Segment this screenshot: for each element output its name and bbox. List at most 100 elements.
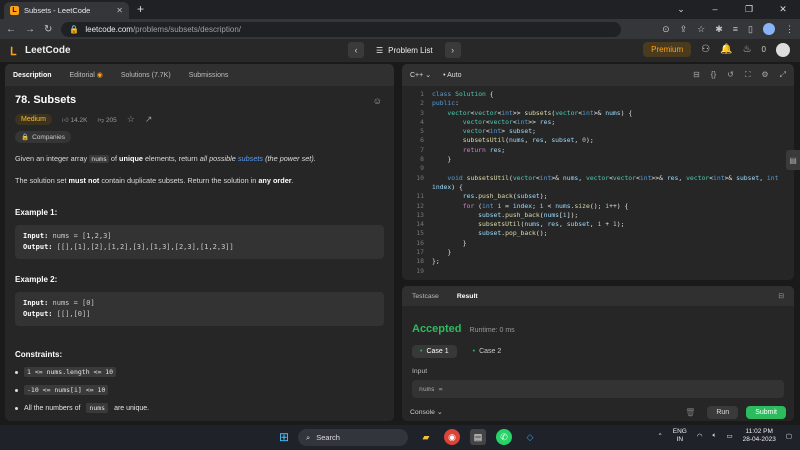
code-line: 9 xyxy=(420,164,424,173)
bookmark-star-icon[interactable]: ☆ xyxy=(697,24,705,35)
notes-side-icon[interactable]: ▤ xyxy=(786,150,800,170)
case-2-tab[interactable]: • Case 2 xyxy=(465,345,510,358)
url-host: leetcode.com xyxy=(85,24,133,34)
minimize-icon[interactable]: – xyxy=(698,0,732,19)
prev-problem-button[interactable]: ‹ xyxy=(348,42,364,58)
dot-icon: • xyxy=(472,348,476,355)
close-window-icon[interactable]: ✕ xyxy=(766,0,800,19)
debug-icon[interactable]: ⚇ xyxy=(701,44,710,55)
clock[interactable]: 11:02 PM 28-04-2023 xyxy=(743,428,776,444)
reading-list-icon[interactable]: ≡ xyxy=(733,24,738,34)
tab-description[interactable]: Description xyxy=(13,72,52,79)
file-explorer-icon[interactable]: ▰ xyxy=(418,429,434,445)
close-tab-icon[interactable]: ✕ xyxy=(116,6,123,15)
tab-solutions[interactable]: Solutions (7.7K) xyxy=(121,72,171,79)
wifi-icon[interactable]: ◠ xyxy=(697,432,703,440)
chrome-icon[interactable]: ◉ xyxy=(444,429,460,445)
problem-list-button[interactable]: ☰ Problem List xyxy=(370,46,439,55)
constraints-list: 1 <= nums.length <= 10 -10 <= nums[i] <=… xyxy=(15,367,384,413)
notification-bell-icon[interactable]: 🔔 xyxy=(720,44,732,55)
fullscreen-icon[interactable]: ⛶ xyxy=(745,70,751,80)
new-tab-icon[interactable]: + xyxy=(137,2,144,16)
problem-description-2: The solution set must not contain duplic… xyxy=(15,176,294,185)
google-lens-icon[interactable]: ⊙ xyxy=(662,24,670,35)
chevron-down-icon[interactable]: ⌄ xyxy=(664,0,698,19)
bookmark-icon[interactable]: ⊟ xyxy=(693,70,700,80)
difficulty-badge: Medium xyxy=(15,114,52,125)
code-line: 6 subsetsUtil(nums, res, subset, 0); xyxy=(420,136,594,145)
trash-icon[interactable]: 🗑 xyxy=(685,408,695,417)
description-tabs: Description Editorial ◉ Solutions (7.7K)… xyxy=(5,64,394,86)
autocomplete-mode[interactable]: • Auto xyxy=(443,72,461,79)
code-line: 19 xyxy=(416,266,424,275)
case-tabs: • Case 1 • Case 2 xyxy=(412,345,784,358)
notepad-icon[interactable]: ▤ xyxy=(470,429,486,445)
case-1-tab[interactable]: • Case 1 xyxy=(412,345,457,358)
premium-icon: ◉ xyxy=(96,72,103,79)
profile-avatar[interactable] xyxy=(763,23,775,35)
code-area[interactable]: 1 class Solution { 2 public: 3 vector<vect… xyxy=(402,86,794,276)
tab-testcase[interactable]: Testcase xyxy=(412,293,439,300)
browser-titlebar: L Subsets - LeetCode ✕ + ⌄ – ❐ ✕ xyxy=(0,0,800,19)
reset-icon[interactable]: ↺ xyxy=(727,70,734,80)
vscode-icon[interactable]: ◇ xyxy=(522,429,538,445)
extensions-icon[interactable]: ✱ xyxy=(715,24,723,35)
streak-count: 0 xyxy=(761,45,766,54)
braces-icon[interactable]: {} xyxy=(711,70,716,80)
tab-submissions[interactable]: Submissions xyxy=(189,72,229,79)
subsets-link[interactable]: subsets xyxy=(238,154,263,163)
code-line: 5 vector<int> subset; xyxy=(420,127,536,136)
side-panel-icon[interactable]: ▯ xyxy=(748,24,753,35)
run-button[interactable]: Run xyxy=(707,405,739,419)
leetcode-logo[interactable]: ᒪ LeetCode xyxy=(10,45,71,58)
browser-tab-title: Subsets - LeetCode xyxy=(24,6,91,15)
tab-result[interactable]: Result xyxy=(457,293,478,300)
language-select[interactable]: C++ ⌄ xyxy=(410,71,431,79)
console-toggle[interactable]: Console ⌄ xyxy=(410,408,443,416)
editor-toolbar: C++ ⌄ • Auto ⊟ {} ↺ ⛶ ⚙ ⤢ xyxy=(402,64,794,86)
window-controls: ⌄ – ❐ ✕ xyxy=(664,0,800,19)
next-problem-button[interactable]: › xyxy=(444,42,461,58)
thumbs-down-icon: 👎︎ xyxy=(97,116,105,124)
code-line: 13 subset.push_back(nums[i]); xyxy=(416,210,579,219)
language-indicator[interactable]: ENG IN xyxy=(673,428,687,444)
more-options-icon[interactable]: ☺ xyxy=(373,96,382,106)
notifications-icon[interactable]: ▢ xyxy=(786,432,792,440)
favorite-star-icon[interactable]: ☆ xyxy=(127,114,135,125)
volume-icon[interactable]: 🔈︎ xyxy=(713,432,717,440)
code-line: 2 public: xyxy=(420,99,459,108)
expand-icon[interactable]: ⤢ xyxy=(780,70,786,80)
battery-icon[interactable]: ▭ xyxy=(726,432,732,440)
problem-navigation: ‹ ☰ Problem List › xyxy=(348,42,461,58)
reload-icon[interactable]: ↻ xyxy=(44,24,52,35)
chevron-up-icon[interactable]: ⌃ xyxy=(657,432,662,440)
maximize-icon[interactable]: ❐ xyxy=(732,0,766,19)
list-item: All the numbers of nums are unique. xyxy=(15,403,384,413)
code-line: 14 subsetsUtil(nums, res, subset, i + 1)… xyxy=(416,220,625,229)
code-line: 15 subset.pop_back(); xyxy=(416,229,548,238)
taskbar-search[interactable]: ⌕ Search xyxy=(298,429,408,446)
premium-button[interactable]: Premium xyxy=(643,42,692,57)
share-link-icon[interactable]: ↗ xyxy=(145,114,153,125)
browser-tab[interactable]: L Subsets - LeetCode ✕ xyxy=(4,2,129,19)
share-icon[interactable]: ⇪ xyxy=(680,24,688,35)
back-icon[interactable]: ← xyxy=(6,24,16,35)
tab-editorial[interactable]: Editorial ◉ xyxy=(70,71,103,79)
user-avatar[interactable] xyxy=(776,42,790,57)
browser-toolbar: ← → ↻ 🔒 leetcode.com/problems/subsets/de… xyxy=(0,19,800,39)
likes[interactable]: 👍︎ 14.2K xyxy=(62,116,88,124)
companies-chip[interactable]: 🔒 Companies xyxy=(15,131,71,143)
address-bar[interactable]: 🔒 leetcode.com/problems/subsets/descript… xyxy=(61,21,622,37)
collapse-icon[interactable]: ⊟ xyxy=(778,292,784,300)
settings-gear-icon[interactable]: ⚙ xyxy=(761,70,768,80)
menu-dots-icon[interactable]: ⋮ xyxy=(785,24,794,35)
chevron-down-icon: ⌄ xyxy=(425,72,432,79)
submit-button[interactable]: Submit xyxy=(746,405,786,419)
streak-fire-icon[interactable]: ♨ xyxy=(743,44,752,55)
dislikes[interactable]: 👎︎ 205 xyxy=(98,116,117,124)
forward-icon[interactable]: → xyxy=(25,24,35,35)
page-title: 78. Subsets xyxy=(15,94,77,106)
windows-start-icon[interactable]: ⊞ xyxy=(276,429,292,445)
code-line: 1 class Solution { xyxy=(420,90,494,98)
whatsapp-icon[interactable]: ✆ xyxy=(496,429,512,445)
